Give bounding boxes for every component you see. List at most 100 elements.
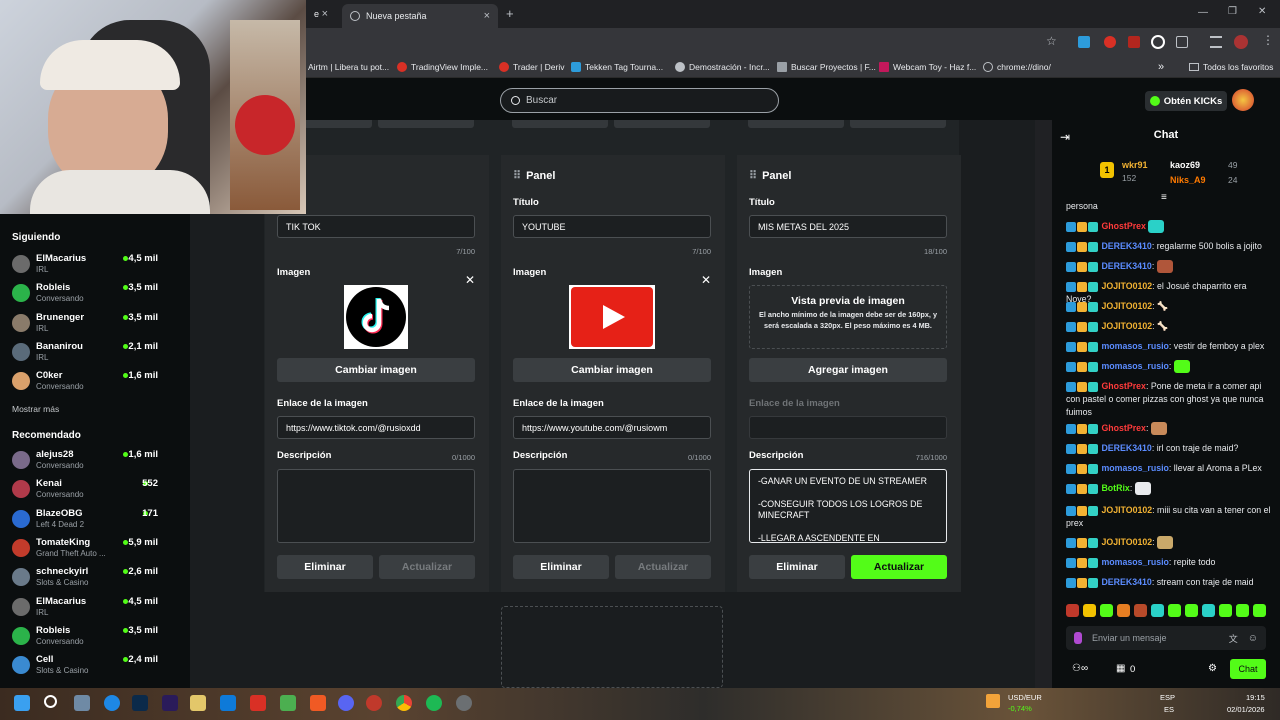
description-textarea[interactable] — [277, 469, 475, 543]
maximize-button[interactable]: ❐ — [1228, 6, 1237, 17]
sidebar-channel-item[interactable]: alejus28 Conversando 1,6 mil — [12, 448, 182, 477]
update-button[interactable]: Actualizar — [851, 555, 947, 579]
star-icon[interactable]: ☆ — [1046, 34, 1057, 48]
sidebar-channel-item[interactable]: Robleis Conversando 3,5 mil — [12, 281, 182, 310]
sidebar-channel-item[interactable]: C0ker Conversando 1,6 mil — [12, 369, 182, 398]
bookmark-item[interactable]: TradingView Imple... — [397, 56, 488, 78]
remove-image-icon[interactable]: ✕ — [465, 273, 475, 287]
browser-tab[interactable]: e × — [306, 3, 336, 25]
image-link-input[interactable] — [749, 416, 947, 439]
extension-icon[interactable] — [1104, 36, 1116, 48]
change-image-button[interactable]: Cambiar imagen — [513, 358, 711, 382]
delete-button[interactable]: Eliminar — [277, 555, 373, 579]
drag-handle-icon[interactable]: ⠿ — [513, 170, 521, 182]
send-chat-button[interactable]: Chat — [1230, 659, 1266, 679]
delete-button[interactable]: Eliminar — [749, 555, 845, 579]
language-indicator[interactable]: ESP — [1160, 693, 1175, 702]
sidebar-channel-item[interactable]: Kenai Conversando 552 — [12, 477, 182, 506]
app-icon[interactable] — [366, 695, 382, 711]
change-image-button[interactable]: Cambiar imagen — [277, 358, 475, 382]
store-icon[interactable] — [220, 695, 236, 711]
description-textarea[interactable]: -GANAR UN EVENTO DE UN STREAMER -CONSEGU… — [749, 469, 947, 543]
chat-username[interactable]: JOJITO0102 — [1101, 301, 1152, 311]
update-button[interactable]: Actualizar — [615, 555, 711, 579]
search-icon[interactable] — [44, 695, 57, 708]
emoji-icon[interactable]: ☺ — [1248, 633, 1258, 644]
bookmark-item[interactable]: chrome://dino/ — [983, 56, 1051, 78]
search-input[interactable]: Buscar — [500, 88, 779, 113]
bookmark-item[interactable]: Airtm | Libera tu pot... — [308, 56, 389, 78]
panel-title-input[interactable]: MIS METAS DEL 2025 — [749, 215, 947, 238]
emote-icon[interactable] — [1253, 604, 1266, 617]
puzzle-icon[interactable] — [1176, 36, 1188, 48]
emote-icon[interactable] — [1066, 604, 1079, 617]
chat-username[interactable]: GhostPrex — [1101, 381, 1146, 391]
remove-image-icon[interactable]: ✕ — [701, 273, 711, 287]
sidebar-channel-item[interactable]: Bananirou IRL 2,1 mil — [12, 340, 182, 369]
get-kicks-button[interactable]: Obtén KICKs — [1145, 91, 1227, 111]
discord-icon[interactable] — [338, 695, 354, 711]
sidebar-channel-item[interactable]: Robleis Conversando 3,5 mil — [12, 624, 182, 653]
chat-username[interactable]: GhostPrex — [1101, 221, 1146, 231]
emote-icon[interactable] — [1168, 604, 1181, 617]
chat-input[interactable]: Enviar un mensaje 文 ☺ — [1066, 626, 1266, 650]
update-button[interactable]: Actualizar — [379, 555, 475, 579]
bookmarks-overflow-button[interactable]: » — [1158, 56, 1164, 78]
chrome-icon[interactable] — [396, 695, 412, 711]
bookmark-item[interactable]: Webcam Toy - Haz f... — [879, 56, 976, 78]
extension-icon[interactable] — [1078, 36, 1090, 48]
emote-icon[interactable] — [1117, 604, 1130, 617]
emote-icon[interactable] — [1202, 604, 1215, 617]
sidebar-channel-item[interactable]: TomateKing Grand Theft Auto ... 5,9 mil — [12, 536, 182, 565]
chat-username[interactable]: DEREK3410 — [1101, 577, 1151, 587]
file-explorer-icon[interactable] — [190, 695, 206, 711]
image-link-input[interactable]: https://www.tiktok.com/@rusioxdd — [277, 416, 475, 439]
translate-icon[interactable]: 文 — [1229, 632, 1238, 645]
minecraft-icon[interactable] — [280, 695, 296, 711]
minimize-button[interactable]: — — [1198, 7, 1208, 18]
delete-button[interactable]: Eliminar — [513, 555, 609, 579]
ticker-label[interactable]: USD/EUR — [1008, 693, 1042, 702]
photoshop-icon[interactable] — [132, 695, 148, 711]
emote-icon[interactable] — [1185, 604, 1198, 617]
panel-title-input[interactable]: YOUTUBE — [513, 215, 711, 238]
tab-close-icon[interactable]: × — [484, 10, 490, 22]
microphone-icon[interactable] — [1074, 632, 1082, 644]
user-avatar[interactable] — [1232, 89, 1254, 111]
bookmark-item[interactable]: Tekken Tag Tourna... — [571, 56, 663, 78]
new-tab-button[interactable]: + — [506, 6, 514, 21]
emote-icon[interactable] — [1219, 604, 1232, 617]
panel-title-input[interactable]: TIK TOK — [277, 215, 475, 238]
chat-username[interactable]: momasos_rusio — [1101, 557, 1168, 567]
drag-handle-icon[interactable]: ⠿ — [749, 170, 757, 182]
bookmark-item[interactable]: Demostración - Incr... — [675, 56, 770, 78]
brave-icon[interactable] — [310, 695, 326, 711]
sidebar-channel-item[interactable]: ElMacarius IRL 4,5 mil — [12, 595, 182, 624]
settings-icon[interactable]: ⚙ — [1208, 663, 1217, 674]
chat-username[interactable]: momasos_rusio — [1101, 463, 1168, 473]
sidebar-channel-item[interactable]: BlazeOBG Left 4 Dead 2 171 — [12, 507, 182, 536]
chat-username[interactable]: GhostPrex — [1101, 423, 1146, 433]
bookmark-item[interactable]: Buscar Proyectos | F... — [777, 56, 876, 78]
points-icon[interactable]: ⚇∞ — [1072, 663, 1088, 674]
emote-icon[interactable] — [1236, 604, 1249, 617]
chat-username[interactable]: DEREK3410 — [1101, 261, 1151, 271]
image-preview-dropzone[interactable]: Vista previa de imagen El ancho mínimo d… — [749, 285, 947, 349]
chat-username[interactable]: DEREK3410 — [1101, 241, 1151, 251]
emote-icon[interactable] — [1100, 604, 1113, 617]
chat-username[interactable]: BotRix — [1101, 483, 1129, 493]
premiere-icon[interactable] — [162, 695, 178, 711]
task-view-icon[interactable] — [74, 695, 90, 711]
chat-username[interactable]: DEREK3410 — [1101, 443, 1151, 453]
extension-icon[interactable] — [1151, 35, 1165, 49]
clock-time[interactable]: 19:15 — [1246, 693, 1265, 702]
chat-username[interactable]: JOJITO0102 — [1101, 505, 1152, 515]
gift-icon[interactable]: ▦ — [1116, 663, 1125, 674]
top-gifter-name[interactable]: wkr91 — [1122, 160, 1148, 170]
chat-username[interactable]: JOJITO0102 — [1101, 537, 1152, 547]
chat-username[interactable]: JOJITO0102 — [1101, 321, 1152, 331]
spotify-icon[interactable] — [426, 695, 442, 711]
emote-icon[interactable] — [1151, 604, 1164, 617]
add-image-button[interactable]: Agregar imagen — [749, 358, 947, 382]
media-icon[interactable] — [1210, 36, 1222, 48]
